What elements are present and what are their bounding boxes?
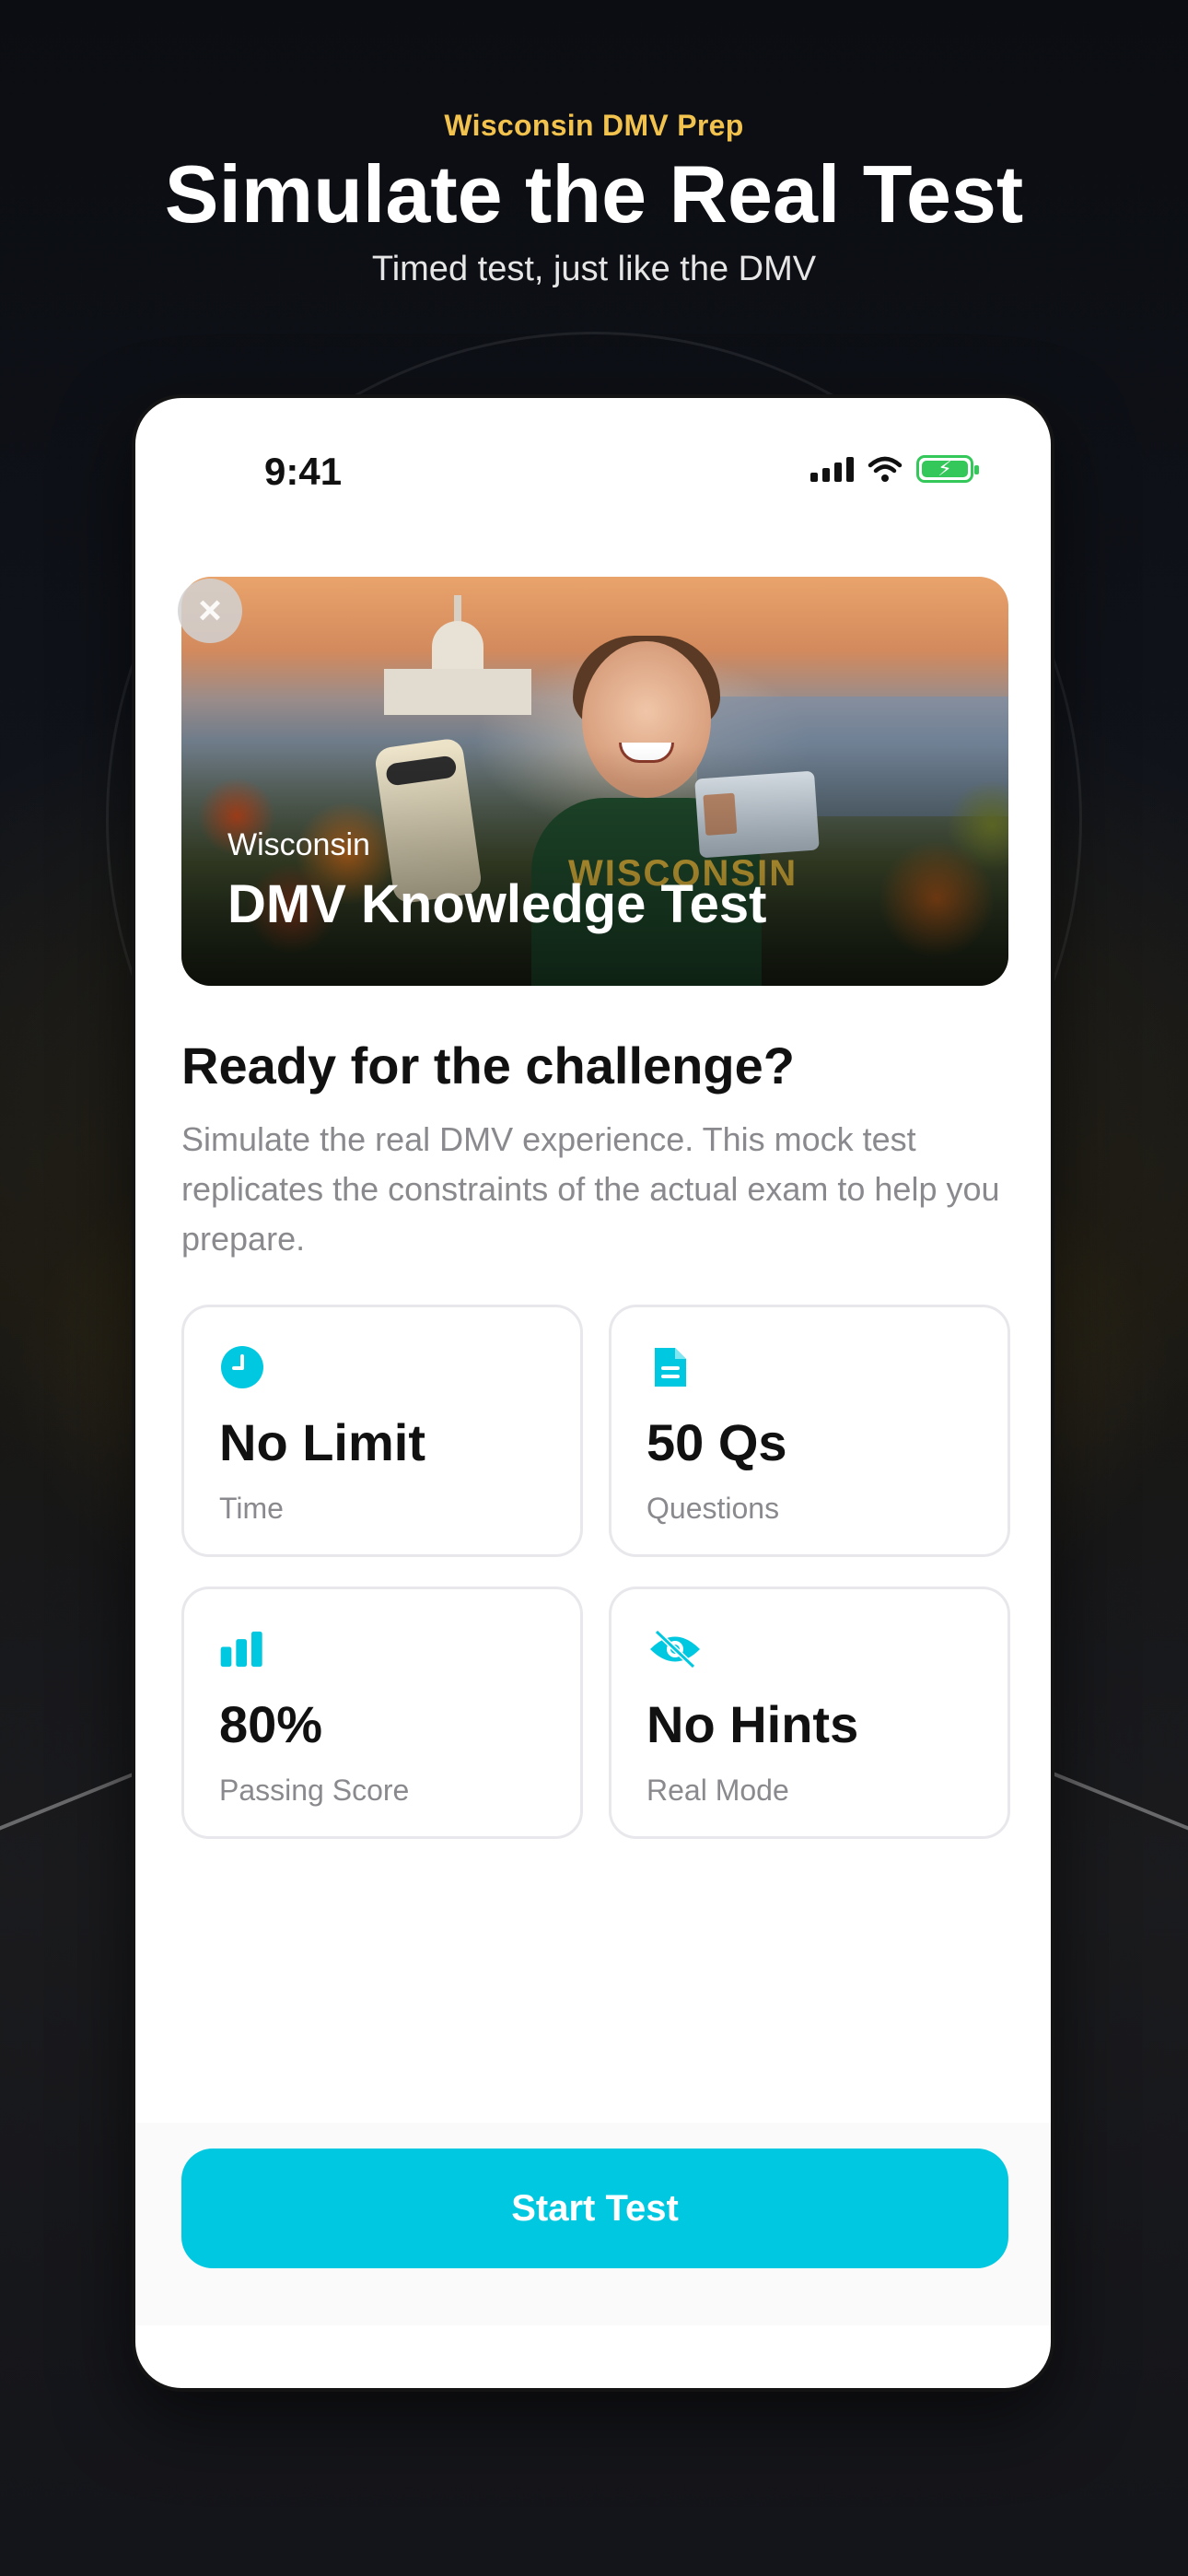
stat-value: 50 Qs (646, 1413, 787, 1471)
stat-label: Time (219, 1492, 284, 1525)
start-test-button[interactable]: Start Test (181, 2149, 1008, 2268)
stat-value: No Limit (219, 1413, 425, 1471)
cellular-signal-icon (810, 456, 854, 482)
document-icon (655, 1348, 686, 1387)
battery-charging-icon: ⚡ (916, 455, 979, 483)
header-subtitle: Timed test, just like the DMV (371, 250, 817, 288)
section-title: Ready for the challenge? (181, 1036, 795, 1095)
stat-label: Real Mode (646, 1774, 789, 1807)
stat-card-real-mode: No Hints Real Mode (609, 1587, 1010, 1839)
wifi-icon (868, 456, 903, 482)
status-time: 9:41 (264, 450, 343, 493)
stat-value: 80% (219, 1695, 323, 1753)
section-description: Simulate the real DMV experience. This m… (181, 1120, 1000, 1258)
header-eyebrow: Wisconsin DMV Prep (444, 109, 744, 142)
status-bar: 9:41 ⚡ (135, 450, 1051, 496)
close-icon: × (198, 588, 222, 633)
stat-card-questions: 50 Qs Questions (609, 1305, 1010, 1557)
stat-card-time: No Limit Time (181, 1305, 583, 1557)
capitol-building-image (384, 595, 531, 715)
stat-label: Passing Score (219, 1774, 410, 1807)
eye-off-icon (650, 1629, 700, 1669)
close-button[interactable]: × (178, 579, 242, 643)
status-icons: ⚡ (810, 455, 979, 483)
stat-card-passing-score: 80% Passing Score (181, 1587, 583, 1839)
clock-icon (221, 1346, 263, 1388)
hero-gradient-overlay (181, 746, 1008, 986)
bar-chart-icon (220, 1631, 262, 1668)
hero-banner: WISCONSIN Wisconsin DMV Knowledge Test (181, 577, 1008, 986)
stat-label: Questions (646, 1492, 780, 1525)
hero-title: DMV Knowledge Test (227, 874, 767, 934)
phone-frame: 9:41 ⚡ WISCONSIN (132, 394, 1054, 2392)
header-title: Simulate the Real Test (164, 148, 1024, 240)
marketing-header: Wisconsin DMV Prep Simulate the Real Tes… (0, 109, 1188, 289)
stat-value: No Hints (646, 1695, 859, 1753)
hero-kicker: Wisconsin (227, 827, 370, 862)
